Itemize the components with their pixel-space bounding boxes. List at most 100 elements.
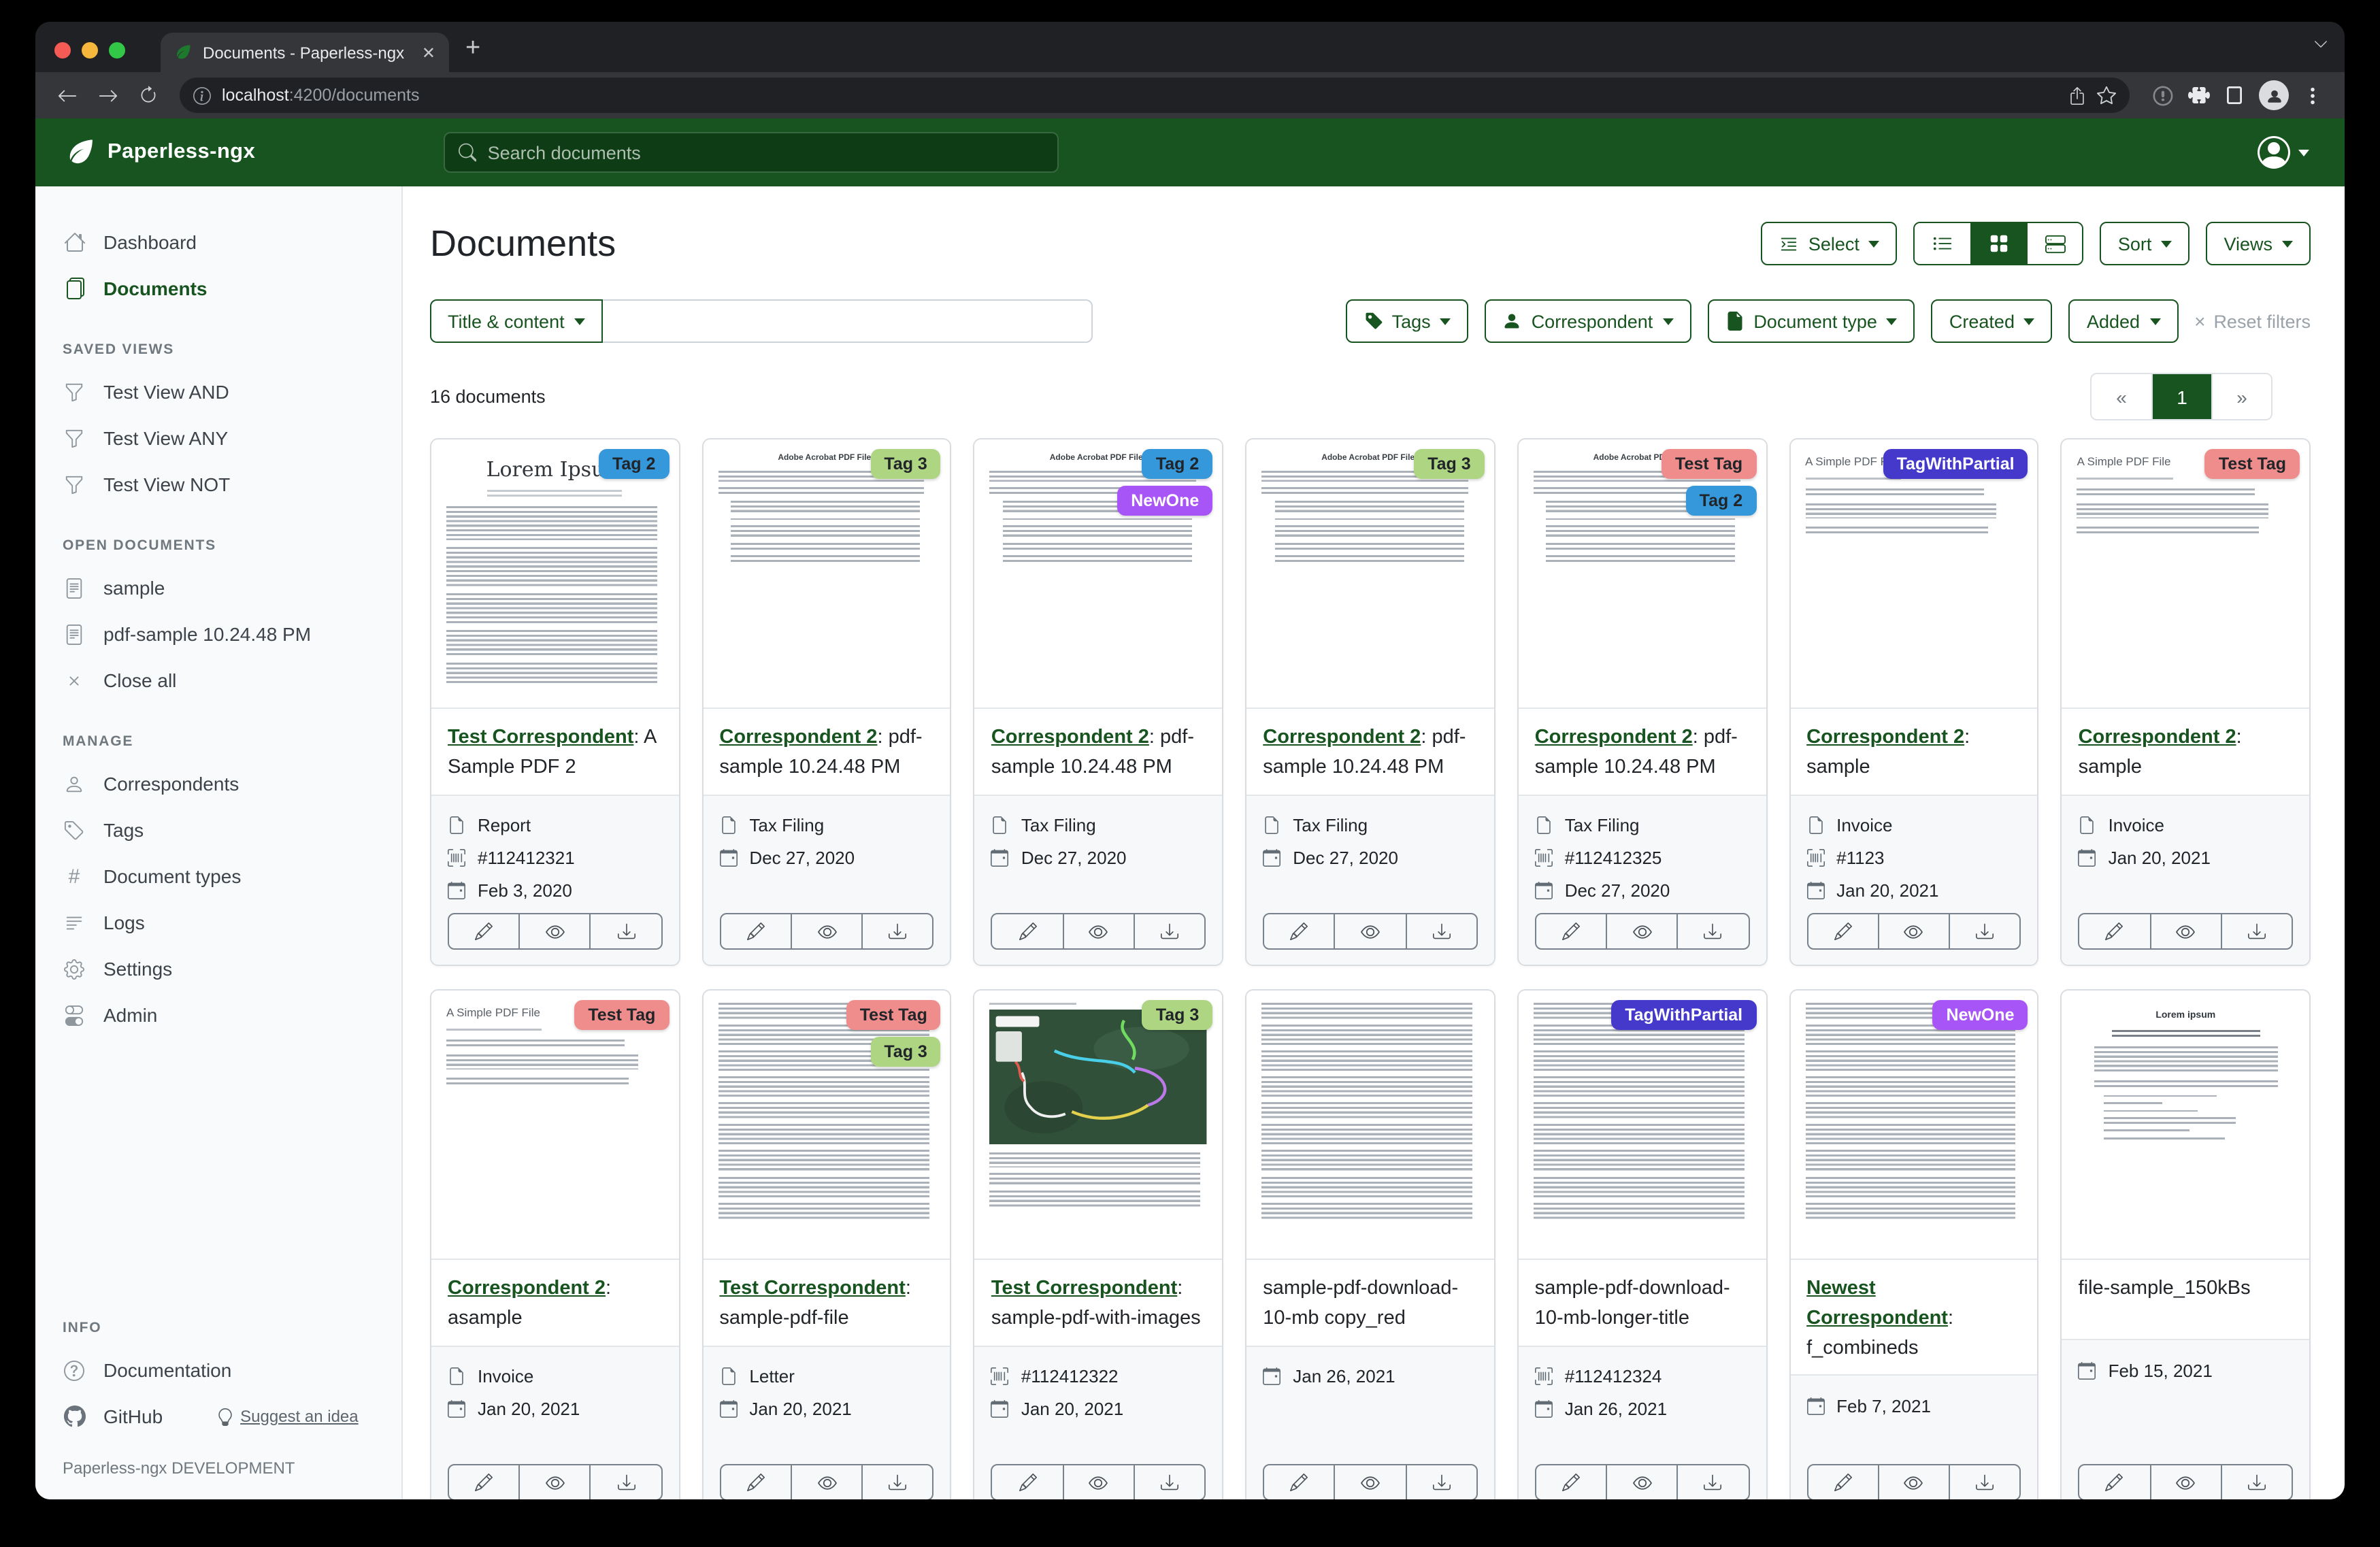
grid-view-button[interactable] <box>1971 223 2027 264</box>
document-type-value[interactable]: Invoice <box>1836 815 1892 835</box>
edit-document-button[interactable] <box>721 914 790 948</box>
document-card[interactable]: Adobe Acrobat PDF Files Tag 2NewOne Corr… <box>974 438 1223 966</box>
document-date-value[interactable]: Jan 20, 2021 <box>478 1399 580 1419</box>
download-document-button[interactable] <box>590 1465 661 1499</box>
share-icon[interactable] <box>2068 86 2086 104</box>
global-search[interactable] <box>444 132 1059 173</box>
app-brand[interactable]: Paperless-ngx <box>35 137 403 167</box>
sidebar-item-test-view-and[interactable]: Test View AND <box>35 369 401 415</box>
document-thumbnail[interactable]: TagWithPartial <box>1519 991 1766 1260</box>
document-type-value[interactable]: Invoice <box>2109 815 2164 835</box>
document-date-value[interactable]: Dec 27, 2020 <box>1021 848 1127 868</box>
select-dropdown-button[interactable]: Select <box>1761 222 1898 265</box>
password-manager-extension-icon[interactable] <box>2151 84 2175 107</box>
view-document-button[interactable] <box>1606 1465 1676 1499</box>
view-document-button[interactable] <box>1334 914 1405 948</box>
edit-document-button[interactable] <box>449 914 518 948</box>
document-date-value[interactable]: Feb 3, 2020 <box>478 880 572 901</box>
tag-pill[interactable]: Tag 3 <box>870 449 940 479</box>
view-document-button[interactable] <box>1334 1465 1405 1499</box>
document-date-value[interactable]: Dec 27, 2020 <box>1293 848 1398 868</box>
view-document-button[interactable] <box>2149 1465 2220 1499</box>
correspondent-link[interactable]: Correspondent 2 <box>719 727 877 748</box>
document-card[interactable]: A Simple PDF File Test Tag Correspondent… <box>430 989 680 1499</box>
document-thumbnail[interactable]: A Simple PDF File Test Tag <box>2062 439 2309 709</box>
download-document-button[interactable] <box>2221 1465 2292 1499</box>
download-document-button[interactable] <box>861 914 932 948</box>
edit-document-button[interactable] <box>449 1465 518 1499</box>
view-document-button[interactable] <box>1062 914 1133 948</box>
site-info-icon[interactable] <box>193 86 211 104</box>
bookmark-star-icon[interactable] <box>2097 86 2116 105</box>
document-date-value[interactable]: Feb 15, 2021 <box>2109 1360 2213 1380</box>
document-asn-value[interactable]: #112412322 <box>1021 1366 1119 1386</box>
document-thumbnail[interactable]: Test TagTag 3 <box>703 991 950 1260</box>
correspondent-link[interactable]: Correspondent 2 <box>991 727 1149 748</box>
document-thumbnail[interactable] <box>1246 991 1493 1260</box>
download-document-button[interactable] <box>861 1465 932 1499</box>
filter-field-dropdown-button[interactable]: Title & content <box>430 299 603 343</box>
document-card[interactable]: Adobe Acrobat PDF Files Tag 3 Correspond… <box>1245 438 1495 966</box>
browser-menu-kebab-icon[interactable] <box>2302 85 2323 105</box>
view-document-button[interactable] <box>1606 914 1676 948</box>
document-type-value[interactable]: Invoice <box>478 1366 533 1386</box>
view-document-button[interactable] <box>1878 914 1949 948</box>
next-page-button[interactable]: » <box>2211 374 2271 419</box>
tag-pill[interactable]: Tag 3 <box>1414 449 1484 479</box>
download-document-button[interactable] <box>590 914 661 948</box>
download-document-button[interactable] <box>1405 914 1476 948</box>
edit-document-button[interactable] <box>993 1465 1062 1499</box>
document-type-filter-button[interactable]: Document type <box>1707 299 1915 343</box>
url-bar[interactable]: localhost:4200/documents <box>180 78 2130 113</box>
extensions-puzzle-icon[interactable] <box>2188 84 2210 106</box>
correspondent-filter-button[interactable]: Correspondent <box>1485 299 1691 343</box>
document-date-value[interactable]: Feb 7, 2021 <box>1836 1396 1931 1416</box>
edit-document-button[interactable] <box>2080 914 2149 948</box>
tag-pill[interactable]: Tag 2 <box>599 449 669 479</box>
correspondent-link[interactable]: Correspondent 2 <box>1263 727 1421 748</box>
macos-window-controls[interactable] <box>35 42 144 72</box>
download-document-button[interactable] <box>1949 914 2019 948</box>
download-document-button[interactable] <box>1134 1465 1204 1499</box>
tags-filter-button[interactable]: Tags <box>1346 299 1469 343</box>
document-asn-value[interactable]: #112412325 <box>1565 848 1662 868</box>
document-thumbnail[interactable]: Tag 3 <box>975 991 1222 1260</box>
document-date-value[interactable]: Jan 20, 2021 <box>749 1399 851 1419</box>
detail-view-button[interactable] <box>2027 223 2083 264</box>
correspondent-link[interactable]: Correspondent 2 <box>448 1278 606 1299</box>
tag-pill[interactable]: NewOne <box>1933 1000 2028 1030</box>
download-document-button[interactable] <box>1949 1465 2019 1499</box>
document-asn-value[interactable]: #112412321 <box>478 848 575 868</box>
download-document-button[interactable] <box>2221 914 2292 948</box>
document-type-value[interactable]: Tax Filing <box>1565 815 1640 835</box>
previous-page-button[interactable]: « <box>2092 374 2151 419</box>
correspondent-link[interactable]: Correspondent 2 <box>1535 727 1693 748</box>
sidebar-item-close-all[interactable]: Close all <box>35 657 401 703</box>
document-type-value[interactable]: Tax Filing <box>1293 815 1368 835</box>
view-document-button[interactable] <box>2149 914 2220 948</box>
tag-pill[interactable]: Tag 2 <box>1142 449 1212 479</box>
document-type-value[interactable]: Tax Filing <box>749 815 824 835</box>
document-thumbnail[interactable]: A Simple PDF File TagWithPartial <box>1790 439 2037 709</box>
sidebar-item-documentation[interactable]: Documentation <box>35 1347 401 1393</box>
document-date-value[interactable]: Jan 20, 2021 <box>1836 880 1938 901</box>
sidebar-item-test-view-not[interactable]: Test View NOT <box>35 461 401 508</box>
edit-document-button[interactable] <box>1264 914 1334 948</box>
sidebar-item-github[interactable]: GitHub Suggest an idea <box>35 1393 401 1440</box>
document-card[interactable]: TagWithPartial sample-pdf-download-10-mb… <box>1517 989 1767 1499</box>
forward-button[interactable] <box>90 78 125 113</box>
document-card[interactable]: Test TagTag 3 Test Correspondent: sample… <box>701 989 951 1499</box>
correspondent-link[interactable]: Test Correspondent <box>719 1278 905 1299</box>
document-thumbnail[interactable]: Adobe Acrobat PDF Files Tag 3 <box>1246 439 1493 709</box>
side-panel-icon[interactable] <box>2224 84 2245 106</box>
suggest-an-idea-link[interactable]: Suggest an idea <box>216 1407 359 1426</box>
document-card[interactable]: NewOne Newest Correspondent: f_combineds… <box>1789 989 2038 1499</box>
download-document-button[interactable] <box>1677 914 1748 948</box>
view-document-button[interactable] <box>518 914 589 948</box>
document-type-value[interactable]: Report <box>478 815 531 835</box>
document-thumbnail[interactable]: Adobe Acrobat PDF Files Tag 2NewOne <box>975 439 1222 709</box>
document-date-value[interactable]: Dec 27, 2020 <box>749 848 855 868</box>
list-view-button[interactable] <box>1915 223 1971 264</box>
close-window-button[interactable] <box>54 42 71 59</box>
document-card[interactable]: A Simple PDF File TagWithPartial Corresp… <box>1789 438 2038 966</box>
